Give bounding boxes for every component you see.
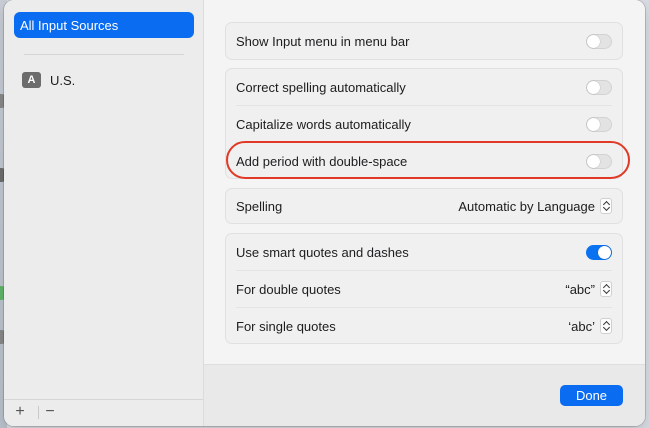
double-quotes-value: “abc” (565, 281, 595, 297)
show-input-menu-label: Show Input menu in menu bar (236, 33, 410, 49)
sidebar-item-label: U.S. (50, 72, 76, 88)
capitalize-words-toggle[interactable] (586, 116, 612, 132)
add-input-source-button[interactable]: + (10, 402, 30, 422)
sheet-footer: Done (204, 364, 645, 426)
add-period-row: Add period with double-space (226, 143, 622, 179)
sidebar-item-all-input-sources[interactable]: All Input Sources (14, 12, 194, 38)
sidebar-toolbar: + − (4, 399, 203, 426)
spelling-row: Spelling Automatic by Language (226, 189, 622, 223)
smart-quotes-label: Use smart quotes and dashes (236, 244, 409, 260)
settings-pane: Show Input menu in menu bar Correct spel… (204, 0, 645, 364)
add-period-toggle[interactable] (586, 153, 612, 169)
typing-group: Correct spelling automatically Capitaliz… (225, 68, 623, 179)
double-quotes-popup[interactable]: “abc” (565, 281, 612, 297)
show-input-menu-toggle[interactable] (586, 33, 612, 49)
show-input-menu-row: Show Input menu in menu bar (226, 23, 622, 59)
keyboard-language-icon: A (22, 72, 41, 88)
done-button[interactable]: Done (560, 385, 623, 406)
single-quotes-label: For single quotes (236, 318, 336, 334)
double-quotes-row: For double quotes “abc” (226, 271, 622, 307)
capitalize-words-label: Capitalize words automatically (236, 116, 411, 132)
smart-quotes-row: Use smart quotes and dashes (226, 234, 622, 270)
sidebar-item-label: All Input Sources (20, 17, 119, 33)
spelling-label: Spelling (236, 198, 283, 214)
chevron-up-down-icon (600, 198, 612, 214)
single-quotes-value: ‘abc’ (568, 318, 595, 334)
correct-spelling-label: Correct spelling automatically (236, 79, 406, 95)
spelling-value: Automatic by Language (458, 198, 595, 214)
single-quotes-row: For single quotes ‘abc’ (226, 308, 622, 344)
sidebar-divider (24, 54, 184, 55)
double-quotes-label: For double quotes (236, 281, 341, 297)
spelling-popup[interactable]: Automatic by Language (458, 198, 612, 214)
sidebar: All Input Sources A U.S. + − (4, 0, 204, 426)
add-period-label: Add period with double-space (236, 153, 408, 169)
input-sources-sheet: All Input Sources A U.S. + − Show Input … (4, 0, 645, 426)
toolbar-divider (38, 406, 39, 419)
correct-spelling-row: Correct spelling automatically (226, 69, 622, 105)
single-quotes-popup[interactable]: ‘abc’ (568, 318, 612, 334)
smart-quotes-toggle[interactable] (586, 244, 612, 260)
capitalize-words-row: Capitalize words automatically (226, 106, 622, 142)
remove-input-source-button[interactable]: − (40, 402, 60, 422)
sidebar-item-us[interactable]: A U.S. (22, 72, 75, 88)
chevron-up-down-icon (600, 281, 612, 297)
correct-spelling-toggle[interactable] (586, 79, 612, 95)
chevron-up-down-icon (600, 318, 612, 334)
menu-bar-group: Show Input menu in menu bar (225, 22, 623, 60)
spelling-group: Spelling Automatic by Language (225, 188, 623, 224)
quotes-group: Use smart quotes and dashes For double q… (225, 233, 623, 344)
